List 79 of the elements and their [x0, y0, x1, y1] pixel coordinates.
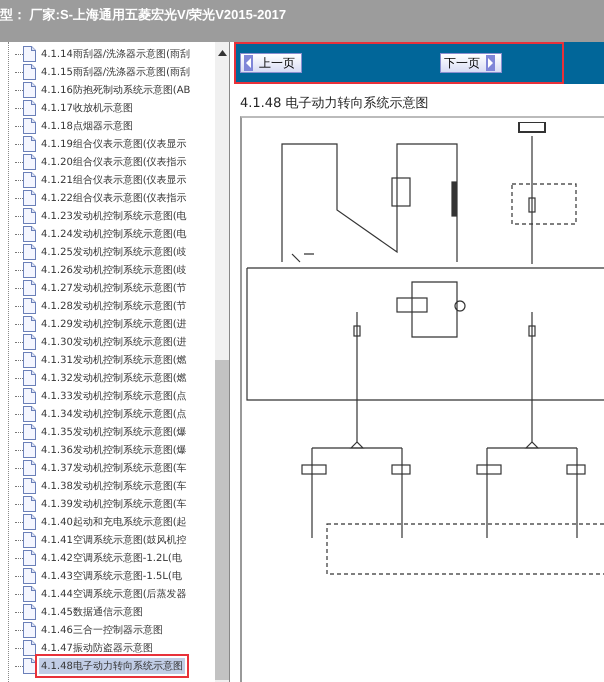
- document-icon: [23, 640, 36, 656]
- document-icon: [23, 100, 36, 116]
- document-icon: [23, 622, 36, 638]
- tree-item[interactable]: 4.1.24发动机控制系统示意图(电: [39, 226, 189, 242]
- document-icon: [23, 460, 36, 476]
- tree-item[interactable]: 4.1.33发动机控制系统示意图(点: [39, 388, 189, 404]
- tree-item[interactable]: 4.1.35发动机控制系统示意图(爆: [39, 424, 189, 440]
- tree-item[interactable]: 4.1.40起动和充电系统示意图(起: [39, 514, 189, 530]
- previous-page-button[interactable]: 上一页: [240, 53, 302, 73]
- tree-item[interactable]: 4.1.18点烟器示意图: [39, 118, 135, 134]
- tree-item[interactable]: 4.1.39发动机控制系统示意图(车: [39, 496, 189, 512]
- document-icon: [23, 478, 36, 494]
- right-arrow-icon: [486, 55, 495, 71]
- tree-item[interactable]: 4.1.22组合仪表示意图(仪表指示: [39, 190, 189, 206]
- scrollbar[interactable]: [215, 42, 229, 682]
- tree-item[interactable]: 4.1.16防抱死制动系统示意图(AB: [39, 82, 192, 98]
- document-icon: [23, 514, 36, 530]
- vehicle-title: 型： 厂家:S-上海通用五菱宏光V/荣光V2015-2017: [0, 6, 286, 24]
- tree-item[interactable]: 4.1.26发动机控制系统示意图(歧: [39, 262, 189, 278]
- document-icon: [23, 658, 36, 674]
- tree-item[interactable]: 4.1.34发动机控制系统示意图(点: [39, 406, 189, 422]
- document-icon: [23, 64, 36, 80]
- tree-item[interactable]: 4.1.21组合仪表示意图(仪表显示: [39, 172, 189, 188]
- tree-item[interactable]: 4.1.44空调系统示意图(后蒸发器: [39, 586, 189, 602]
- tree-item[interactable]: 4.1.29发动机控制系统示意图(进: [39, 316, 189, 332]
- tree-item[interactable]: 4.1.27发动机控制系统示意图(节: [39, 280, 189, 296]
- tree-item[interactable]: 4.1.19组合仪表示意图(仪表显示: [39, 136, 189, 152]
- tree-item[interactable]: 4.1.23发动机控制系统示意图(电: [39, 208, 189, 224]
- document-icon: [23, 496, 36, 512]
- tree-item[interactable]: 4.1.42空调系统示意图-1.2L(电: [39, 550, 184, 566]
- page-heading: 4.1.48 电子动力转向系统示意图: [239, 95, 430, 113]
- tree-item[interactable]: 4.1.37发动机控制系统示意图(车: [39, 460, 189, 476]
- document-icon: [23, 532, 36, 548]
- document-icon: [23, 154, 36, 170]
- document-icon: [23, 388, 36, 404]
- document-icon: [23, 172, 36, 188]
- scrollbar-thumb[interactable]: [215, 360, 229, 680]
- document-icon: [23, 442, 36, 458]
- document-icon: [23, 586, 36, 602]
- tree-item[interactable]: 4.1.36发动机控制系统示意图(爆: [39, 442, 189, 458]
- tree-item[interactable]: 4.1.38发动机控制系统示意图(车: [39, 478, 189, 494]
- next-page-button[interactable]: 下一页: [440, 53, 502, 73]
- tree-item[interactable]: 4.1.46三合一控制器示意图: [39, 622, 165, 638]
- document-icon: [23, 334, 36, 350]
- document-icon: [23, 298, 36, 314]
- document-icon: [23, 262, 36, 278]
- tree-item[interactable]: 4.1.25发动机控制系统示意图(歧: [39, 244, 189, 260]
- document-icon: [23, 370, 36, 386]
- document-icon: [23, 226, 36, 242]
- left-arrow-icon: [244, 55, 253, 71]
- document-icon: [23, 352, 36, 368]
- document-icon: [23, 46, 36, 62]
- tree-item[interactable]: 4.1.28发动机控制系统示意图(节: [39, 298, 189, 314]
- document-icon: [23, 208, 36, 224]
- tree-item[interactable]: 4.1.14雨刮器/洗涤器示意图(雨刮: [39, 46, 192, 62]
- tree-item[interactable]: 4.1.41空调系统示意图(鼓风机控: [39, 532, 189, 548]
- document-icon: [23, 136, 36, 152]
- tree-item[interactable]: 4.1.48电子动力转向系统示意图: [39, 658, 185, 674]
- tree-item[interactable]: 4.1.32发动机控制系统示意图(燃: [39, 370, 189, 386]
- document-icon: [23, 280, 36, 296]
- document-icon: [23, 604, 36, 620]
- document-icon: [23, 190, 36, 206]
- up-arrow-icon[interactable]: [218, 50, 226, 56]
- document-icon: [23, 244, 36, 260]
- document-icon: [23, 424, 36, 440]
- document-icon: [23, 316, 36, 332]
- document-icon: [23, 406, 36, 422]
- tree-item[interactable]: 4.1.47振动防盗器示意图: [39, 640, 155, 656]
- tree-item[interactable]: 4.1.20组合仪表示意图(仪表指示: [39, 154, 189, 170]
- document-icon: [23, 568, 36, 584]
- document-icon: [23, 82, 36, 98]
- tree-item[interactable]: 4.1.15雨刮器/洗涤器示意图(雨刮: [39, 64, 192, 80]
- tree-item[interactable]: 4.1.45数据通信示意图: [39, 604, 145, 620]
- tree-item[interactable]: 4.1.31发动机控制系统示意图(燃: [39, 352, 189, 368]
- tree-item[interactable]: 4.1.43空调系统示意图-1.5L(电: [39, 568, 184, 584]
- tree-item[interactable]: 4.1.30发动机控制系统示意图(进: [39, 334, 189, 350]
- document-icon: [23, 550, 36, 566]
- tree-item[interactable]: 4.1.17收放机示意图: [39, 100, 135, 116]
- document-icon: [23, 118, 36, 134]
